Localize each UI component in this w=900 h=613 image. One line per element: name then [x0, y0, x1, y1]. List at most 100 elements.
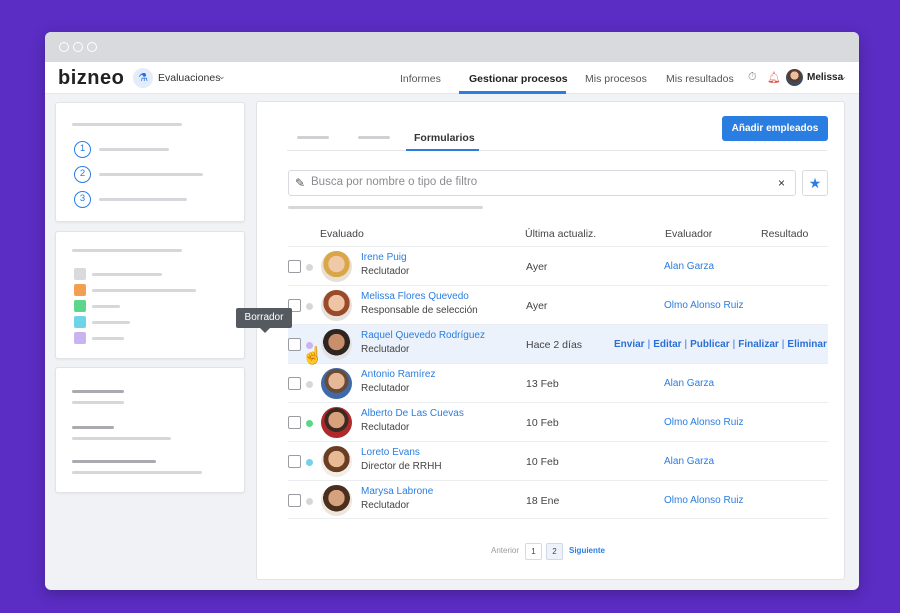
nav-mis-resultados[interactable]: Mis resultados — [666, 73, 734, 85]
col-header-evaluador[interactable]: Evaluador — [665, 228, 712, 240]
search-input[interactable] — [311, 176, 751, 188]
publish-action[interactable]: Publicar — [690, 339, 729, 350]
tab-placeholder[interactable] — [297, 136, 329, 139]
window-dot-minimize[interactable] — [73, 42, 83, 52]
window-dot-maximize[interactable] — [87, 42, 97, 52]
step-badge[interactable]: 1 — [74, 141, 91, 158]
avatar[interactable] — [321, 485, 352, 516]
chevron-down-icon[interactable]: ⌄ — [218, 71, 226, 82]
add-employees-button[interactable]: Añadir empleados — [722, 116, 828, 141]
table-row[interactable]: Marysa Labrone Reclutador 18 Ene Olmo Al… — [288, 480, 828, 519]
row-checkbox[interactable] — [288, 338, 301, 351]
placeholder-line — [92, 289, 196, 292]
action-separator: | — [647, 339, 651, 350]
last-updated: 10 Feb — [526, 456, 559, 468]
nav-mis-procesos[interactable]: Mis procesos — [585, 73, 647, 85]
row-checkbox[interactable] — [288, 416, 301, 429]
employee-role: Reclutador — [361, 383, 410, 394]
placeholder-line — [72, 249, 182, 252]
evaluator-link[interactable]: Alan Garza — [664, 261, 714, 272]
nav-gestionar-procesos[interactable]: Gestionar procesos — [469, 73, 568, 85]
table-row[interactable]: Melissa Flores Quevedo Responsable de se… — [288, 285, 828, 324]
last-updated: 10 Feb — [526, 417, 559, 429]
placeholder-line — [99, 173, 203, 176]
tab-formularios[interactable]: Formularios — [414, 132, 475, 144]
employee-name-link[interactable]: Loreto Evans — [361, 447, 420, 458]
row-checkbox[interactable] — [288, 494, 301, 507]
employee-name-link[interactable]: Alberto De Las Cuevas — [361, 408, 464, 419]
status-color-swatch — [74, 284, 86, 296]
placeholder-line — [99, 198, 187, 201]
step-badge[interactable]: 3 — [74, 191, 91, 208]
timer-icon[interactable]: ⏱ — [748, 71, 757, 84]
last-updated: 13 Feb — [526, 378, 559, 390]
bell-icon[interactable]: 🔔︎ — [767, 71, 781, 84]
window-titlebar — [45, 32, 859, 62]
evaluator-link[interactable]: Olmo Alonso Ruiz — [664, 495, 743, 506]
last-updated: Ayer — [526, 300, 548, 312]
avatar[interactable] — [321, 290, 352, 321]
table-row-hovered[interactable]: Raquel Quevedo Rodríguez Reclutador Hace… — [288, 324, 828, 363]
delete-action[interactable]: Eliminar — [787, 339, 826, 350]
logo-text: bizneo — [58, 67, 125, 89]
evaluator-link[interactable]: Olmo Alonso Ruiz — [664, 417, 743, 428]
window-dot-close[interactable] — [59, 42, 69, 52]
user-name[interactable]: Melissa — [807, 72, 843, 83]
row-checkbox[interactable] — [288, 260, 301, 273]
nav-active-indicator — [459, 91, 566, 94]
row-actions: Enviar | Editar | Publicar | Finalizar | Elimina… — [614, 339, 827, 350]
tab-placeholder[interactable] — [358, 136, 390, 139]
table-row[interactable]: Irene Puig Reclutador Ayer Alan Garza — [288, 246, 828, 285]
employee-name-link[interactable]: Raquel Quevedo Rodríguez — [361, 330, 485, 341]
row-checkbox[interactable] — [288, 377, 301, 390]
pagination-page-current[interactable]: 2 — [546, 543, 563, 560]
employee-role: Responsable de selección — [361, 305, 478, 316]
star-icon: ★ — [808, 175, 822, 191]
clear-icon[interactable]: × — [778, 176, 785, 190]
col-header-evaluado[interactable]: Evaluado — [320, 228, 364, 240]
pagination-next[interactable]: Siguiente — [569, 546, 605, 555]
step-badge[interactable]: 2 — [74, 166, 91, 183]
row-checkbox[interactable] — [288, 455, 301, 468]
status-dot — [306, 459, 313, 466]
status-color-swatch — [74, 268, 86, 280]
placeholder-line — [72, 123, 182, 126]
pagination-page[interactable]: 1 — [525, 543, 542, 560]
col-header-updated[interactable]: Última actualiz. — [525, 228, 596, 240]
table-row[interactable]: Alberto De Las Cuevas Reclutador 10 Feb … — [288, 402, 828, 441]
nav-informes[interactable]: Informes — [400, 73, 441, 85]
flask-icon[interactable]: ⚗ — [133, 68, 153, 88]
avatar[interactable] — [321, 407, 352, 438]
evaluator-link[interactable]: Alan Garza — [664, 378, 714, 389]
table-row[interactable]: Loreto Evans Director de RRHH 10 Feb Ala… — [288, 441, 828, 480]
bizneo-logo[interactable]: bizneo — [58, 67, 124, 90]
employee-name-link[interactable]: Irene Puig — [361, 252, 407, 263]
placeholder-line — [92, 321, 130, 324]
avatar[interactable] — [321, 368, 352, 399]
module-selector-label[interactable]: Evaluaciones — [158, 72, 220, 84]
col-header-resultado[interactable]: Resultado — [761, 228, 808, 240]
evaluator-link[interactable]: Olmo Alonso Ruiz — [664, 300, 743, 311]
employee-role: Reclutador — [361, 422, 410, 433]
filter-placeholder — [288, 206, 483, 209]
star-filter-button[interactable]: ★ — [802, 170, 828, 196]
evaluator-link[interactable]: Alan Garza — [664, 456, 714, 467]
employee-name-link[interactable]: Melissa Flores Quevedo — [361, 291, 469, 302]
chevron-down-icon[interactable]: ⌄ — [840, 72, 847, 81]
edit-action[interactable]: Editar — [653, 339, 681, 350]
app-window: bizneo ⚗ Evaluaciones ⌄ Informes Gestion… — [45, 32, 859, 590]
placeholder-line — [99, 148, 169, 151]
status-dot — [306, 303, 313, 310]
finish-action[interactable]: Finalizar — [738, 339, 779, 350]
user-avatar[interactable] — [786, 69, 803, 86]
send-action[interactable]: Enviar — [614, 339, 645, 350]
placeholder-line — [72, 426, 114, 429]
employee-name-link[interactable]: Antonio Ramírez — [361, 369, 435, 380]
avatar[interactable] — [321, 251, 352, 282]
avatar[interactable] — [321, 329, 352, 360]
pagination-prev[interactable]: Anterior — [491, 546, 519, 555]
avatar[interactable] — [321, 446, 352, 477]
tab-active-indicator — [406, 149, 479, 151]
employee-name-link[interactable]: Marysa Labrone — [361, 486, 433, 497]
table-row[interactable]: Antonio Ramírez Reclutador 13 Feb Alan G… — [288, 363, 828, 402]
